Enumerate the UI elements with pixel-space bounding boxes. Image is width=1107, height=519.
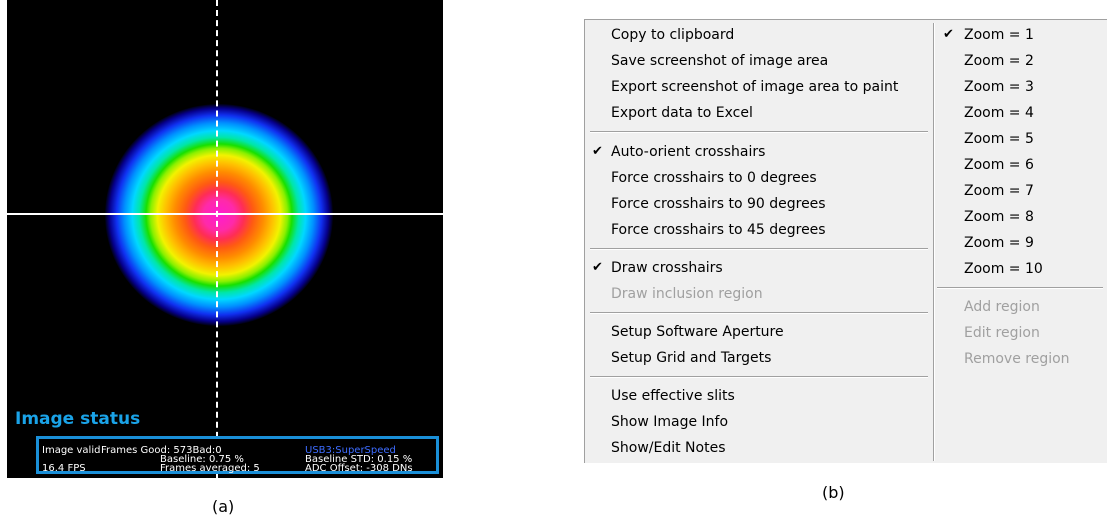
panel-a-caption: (a) bbox=[212, 497, 235, 516]
menu-item-crosshairs-0-degrees[interactable]: Force crosshairs to 0 degrees bbox=[611, 168, 817, 188]
menu-separator bbox=[590, 376, 928, 378]
menu-column-divider bbox=[933, 23, 935, 461]
horizontal-crosshair bbox=[7, 213, 443, 215]
menu-item-show-edit-notes[interactable]: Show/Edit Notes bbox=[611, 438, 726, 458]
menu-item-save-screenshot[interactable]: Save screenshot of image area bbox=[611, 51, 828, 71]
panel-b-caption: (b) bbox=[822, 483, 845, 502]
menu-item-setup-grid-targets[interactable]: Setup Grid and Targets bbox=[611, 348, 771, 368]
check-icon: ✔ bbox=[592, 260, 603, 275]
menu-item-crosshairs-45-degrees[interactable]: Force crosshairs to 45 degrees bbox=[611, 220, 826, 240]
menu-item-zoom-1[interactable]: Zoom = 1 bbox=[964, 25, 1034, 45]
menu-item-zoom-5[interactable]: Zoom = 5 bbox=[964, 129, 1034, 149]
menu-item-zoom-7[interactable]: Zoom = 7 bbox=[964, 181, 1034, 201]
menu-separator bbox=[590, 131, 928, 133]
beam-image-view[interactable]: Image status Image valid Frames Good: 57… bbox=[7, 0, 443, 478]
menu-item-export-excel[interactable]: Export data to Excel bbox=[611, 103, 753, 123]
menu-item-zoom-10[interactable]: Zoom = 10 bbox=[964, 259, 1043, 279]
menu-separator bbox=[590, 312, 928, 314]
menu-item-use-effective-slits[interactable]: Use effective slits bbox=[611, 386, 735, 406]
image-status-box: Image valid Frames Good: 573Bad:0 USB3:S… bbox=[36, 436, 439, 474]
menu-separator bbox=[590, 248, 928, 250]
image-valid-text: Image valid bbox=[42, 445, 101, 456]
menu-item-add-region: Add region bbox=[964, 299, 1040, 315]
menu-item-export-screenshot-paint[interactable]: Export screenshot of image area to paint bbox=[611, 77, 898, 97]
menu-item-zoom-4[interactable]: Zoom = 4 bbox=[964, 103, 1034, 123]
menu-item-draw-inclusion-region: Draw inclusion region bbox=[611, 286, 763, 302]
menu-item-edit-region: Edit region bbox=[964, 325, 1040, 341]
menu-item-setup-software-aperture[interactable]: Setup Software Aperture bbox=[611, 322, 784, 342]
frames-averaged-text: Frames averaged: 5 bbox=[160, 463, 260, 474]
menu-item-zoom-8[interactable]: Zoom = 8 bbox=[964, 207, 1034, 227]
menu-item-remove-region: Remove region bbox=[964, 351, 1070, 367]
menu-item-crosshairs-90-degrees[interactable]: Force crosshairs to 90 degrees bbox=[611, 194, 826, 214]
image-status-title: Image status bbox=[15, 409, 141, 429]
beam-intensity-spot bbox=[105, 104, 333, 326]
menu-item-zoom-3[interactable]: Zoom = 3 bbox=[964, 77, 1034, 97]
check-icon: ✔ bbox=[592, 144, 603, 159]
menu-item-copy-to-clipboard[interactable]: Copy to clipboard bbox=[611, 25, 734, 45]
fps-text: 16.4 FPS bbox=[42, 463, 86, 474]
check-icon: ✔ bbox=[943, 27, 954, 42]
menu-item-zoom-2[interactable]: Zoom = 2 bbox=[964, 51, 1034, 71]
menu-item-zoom-9[interactable]: Zoom = 9 bbox=[964, 233, 1034, 253]
menu-item-auto-orient-crosshairs[interactable]: Auto-orient crosshairs bbox=[611, 142, 765, 162]
menu-item-zoom-6[interactable]: Zoom = 6 bbox=[964, 155, 1034, 175]
menu-item-show-image-info[interactable]: Show Image Info bbox=[611, 412, 728, 432]
menu-item-draw-crosshairs[interactable]: Draw crosshairs bbox=[611, 258, 723, 278]
context-menu: ✔ ✔ Copy to clipboard Save screenshot of… bbox=[584, 19, 1107, 463]
menu-separator bbox=[937, 287, 1103, 289]
vertical-crosshair bbox=[216, 0, 218, 478]
adc-offset-text: ADC Offset: -308 DNs bbox=[305, 463, 413, 474]
